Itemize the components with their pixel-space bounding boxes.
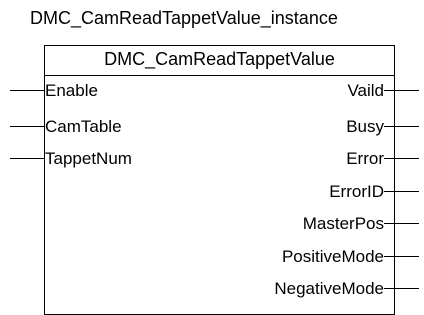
output-label: ErrorID [329, 182, 384, 201]
output-label: Busy [346, 117, 384, 136]
output-pin-busy: Busy [200, 113, 419, 140]
output-connector-line [384, 191, 419, 192]
output-pin-masterpos: MasterPos [200, 210, 419, 237]
output-pin-negativemode: NegativeMode [200, 275, 419, 302]
input-label: CamTable [45, 117, 122, 136]
instance-name: DMC_CamReadTappetValue_instance [30, 8, 338, 28]
function-block-title: DMC_CamReadTappetValue [45, 46, 394, 76]
input-connector-line [10, 90, 45, 91]
output-pin-positivemode: PositiveMode [200, 243, 419, 270]
output-connector-line [384, 126, 419, 127]
output-label: Vaild [347, 81, 384, 100]
output-connector-line [384, 158, 419, 159]
input-pin-enable: Enable [10, 77, 210, 104]
output-label: NegativeMode [274, 279, 384, 298]
output-pin-error: Error [200, 145, 419, 172]
output-pin-vaild: Vaild [200, 77, 419, 104]
input-connector-line [10, 126, 45, 127]
output-connector-line [384, 90, 419, 91]
output-label: PositiveMode [281, 247, 384, 266]
input-connector-line [10, 158, 45, 159]
output-label: MasterPos [302, 214, 384, 233]
input-pin-camtable: CamTable [10, 113, 210, 140]
output-connector-line [384, 288, 419, 289]
output-pin-errorid: ErrorID [200, 178, 419, 205]
output-connector-line [384, 223, 419, 224]
input-label: Enable [45, 81, 98, 100]
output-connector-line [384, 256, 419, 257]
output-label: Error [346, 149, 384, 168]
input-label: TappetNum [45, 149, 132, 168]
input-pin-tappetnum: TappetNum [10, 145, 210, 172]
